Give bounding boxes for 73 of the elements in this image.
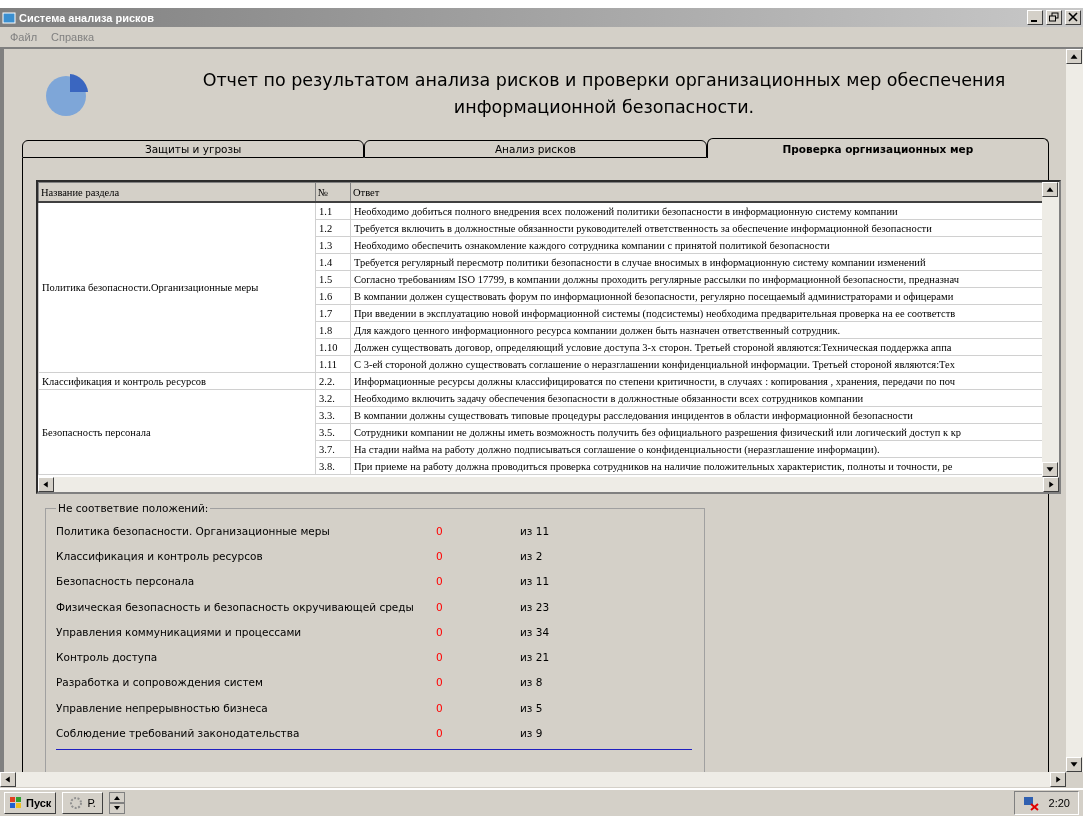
table-cell: 2.2. [315,372,351,390]
tab[interactable]: Проверка оргнизационных мер [706,138,1049,158]
window-title: Система анализа рисков [19,11,155,24]
table-cell: 3.7. [315,440,351,458]
table-cell: 1.1 [315,202,351,220]
summary-label: Разработка и сопровождения систем [56,676,264,689]
scroll-right-button[interactable] [1050,772,1066,787]
summary-label: Управление непрерывностью бизнеса [56,701,269,714]
scroll-left-button[interactable] [0,772,16,787]
summary-count: 0 [436,676,444,689]
summary-count: 0 [436,701,444,714]
scroll-up-button[interactable] [1042,182,1058,197]
table-cell: 3.5. [315,423,351,441]
summary-total: из 5 [520,701,544,714]
summary-total: из 34 [520,625,551,638]
windows-flag-icon [9,796,23,810]
summary-count: 0 [436,549,444,562]
table-cell: Классификация и контроль ресурсов [38,372,316,390]
clock: 2:20 [1048,797,1070,809]
scroll-down-button[interactable] [1066,757,1082,772]
restore-button[interactable] [1046,10,1062,25]
table-cell: 1.3 [315,236,351,254]
table-cell: 1.4 [315,253,351,271]
column-header[interactable]: Название раздела [38,182,316,202]
summary-count: 0 [436,575,444,588]
summary-count: 0 [436,600,444,613]
column-header[interactable]: № [315,182,351,202]
table-cell: 3.2. [315,389,351,407]
summary-total: из 2 [520,549,544,562]
scroll-down-button[interactable] [1042,462,1058,477]
table-cell: 1.5 [315,270,351,288]
minimize-button[interactable] [1027,10,1043,25]
table-cell: 1.8 [315,321,351,339]
start-button[interactable]: Пуск [4,792,57,814]
group-title: Не соответвие положений: [57,502,210,514]
summary-count: 0 [436,651,444,664]
summary-total: из 21 [520,651,551,664]
summary-label: Классификация и контроль ресурсов [56,549,264,562]
summary-total: из 11 [520,524,551,537]
summary-total: из 11 [520,575,551,588]
summary-count: 0 [436,524,444,537]
summary-count: 0 [436,727,444,739]
table-cell: 1.6 [315,287,351,305]
tab[interactable]: Защиты и угрозы [22,140,365,158]
table-cell: Политика безопасности.Организационные меры [38,202,316,373]
summary-label: Соблюдение требований законодательства [56,727,301,739]
taskbar-button[interactable]: Р. [62,792,103,814]
app-icon [2,10,16,25]
summary-total: из 8 [520,676,544,689]
column-header[interactable]: Ответ [350,182,1042,202]
close-button[interactable] [1065,10,1081,25]
network-icon[interactable] [1022,795,1039,811]
scroll-right-button[interactable] [1043,477,1059,492]
report-title: Отчет по результатом анализа рисков и проверки организационных мер обеспечения информационной безопасности. [201,68,1007,119]
summary-label: Политика безопасности. Организационные меры [56,524,331,537]
spin-buttons-icon[interactable] [108,792,125,814]
tab[interactable]: Анализ рисков [364,140,707,158]
table-cell: 1.10 [315,338,351,356]
table-cell: 1.2 [315,219,351,237]
summary-total: из 9 [520,727,544,739]
summary-label: Физическая безопасность и безопасность окручивающей среды [56,600,415,613]
table-cell: Безопасность персонала [38,389,316,475]
table-cell: 1.11 [315,355,351,373]
table-cell: 3.8. [315,457,351,475]
summary-label: Управления коммуникациями и процессами [56,625,303,638]
summary-label: Безопасность персонала [56,575,196,588]
summary-total: из 23 [520,600,551,613]
summary-label: Контроль доступа [56,651,159,664]
scroll-left-button[interactable] [38,477,54,492]
table-cell: 3.3. [315,406,351,424]
table-cell: 1.7 [315,304,351,322]
scroll-up-button[interactable] [1066,49,1082,64]
summary-count: 0 [436,625,444,638]
